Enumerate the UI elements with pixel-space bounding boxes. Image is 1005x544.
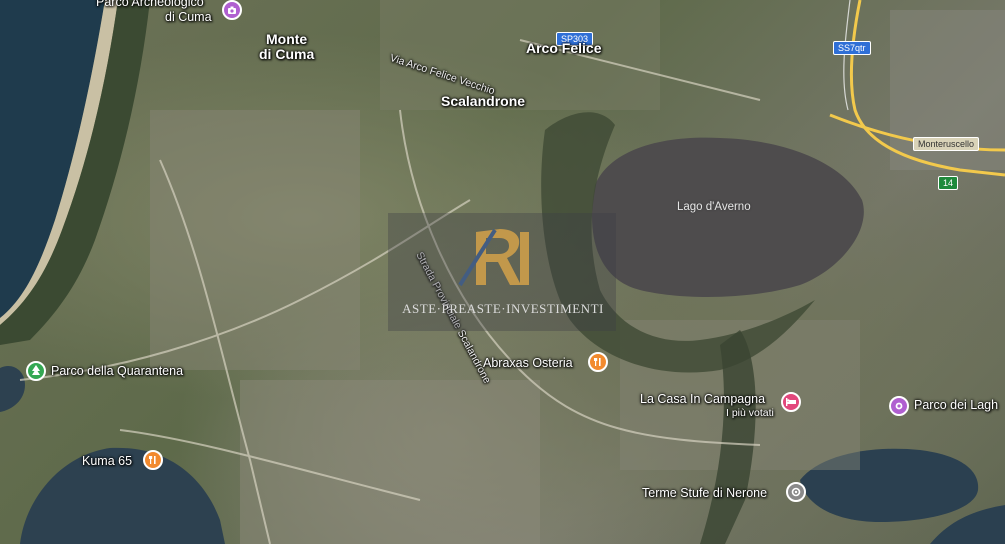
place-label-lago-averno[interactable]: Lago d'Averno	[677, 201, 751, 213]
place-label-abraxas-osteria[interactable]: Abraxas Osteria	[483, 356, 573, 370]
watermark-caption: ASTE·PREASTE·INVESTIMENTI	[402, 301, 604, 316]
spa-pin-icon[interactable]	[786, 482, 806, 502]
restaurant-pin-icon[interactable]	[588, 352, 608, 372]
place-sublabel-piu-votati: I più votati	[726, 407, 774, 419]
lake-left	[0, 365, 25, 412]
place-label-parco-archeologico[interactable]: Parco Archeologico	[96, 0, 204, 9]
lake-averno	[592, 137, 864, 297]
place-label-la-casa-in-campagna[interactable]: La Casa In Campagna	[640, 392, 765, 406]
place-label-di-cuma[interactable]: di Cuma	[165, 10, 212, 24]
attraction-pin-icon[interactable]	[222, 0, 242, 20]
road-label-monteruscello: Monteruscello	[913, 137, 980, 151]
place-label-parco-quarantena[interactable]: Parco della Quarantena	[51, 364, 183, 378]
place-label-monte[interactable]: Monte	[266, 31, 307, 47]
place-label-scalandrone[interactable]: Scalandrone	[441, 93, 525, 109]
place-label-kuma-65[interactable]: Kuma 65	[82, 454, 132, 468]
restaurant-pin-icon-2[interactable]	[143, 450, 163, 470]
park-pin-icon[interactable]	[26, 361, 46, 381]
place-label-parco-dei-laghi[interactable]: Parco dei Lagh	[914, 398, 998, 412]
road-shield-ss7qtr: SS7qtr	[833, 41, 871, 55]
attraction-pin-icon-2[interactable]	[889, 396, 909, 416]
place-label-terme-stufe-di-nerone[interactable]: Terme Stufe di Nerone	[642, 486, 767, 500]
place-label-monte-di-cuma[interactable]: di Cuma	[259, 46, 314, 62]
hotel-pin-icon[interactable]	[781, 392, 801, 412]
satellite-map[interactable]: SP303 SS7qtr 14 Monteruscello Via Arco F…	[0, 0, 1005, 544]
place-label-arco-felice[interactable]: Arco Felice	[526, 40, 601, 56]
road-shield-14: 14	[938, 176, 959, 190]
